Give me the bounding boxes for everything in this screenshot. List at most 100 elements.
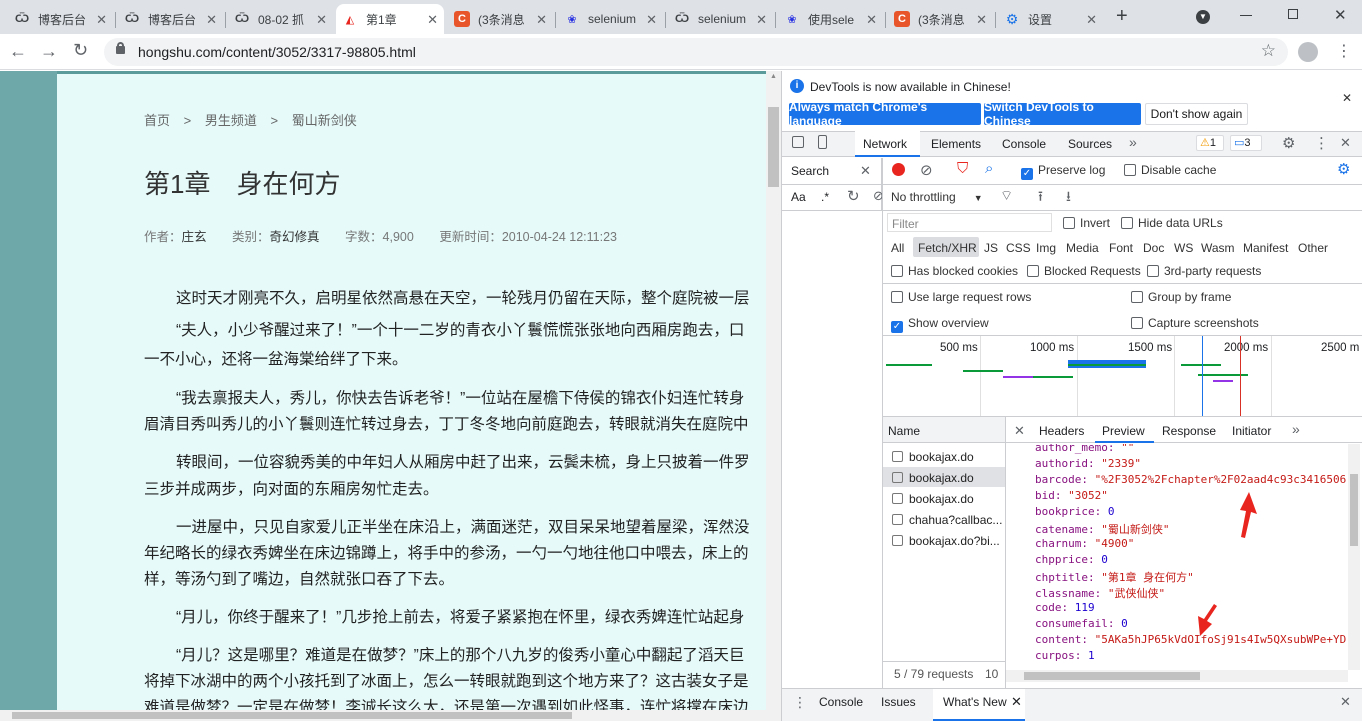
close-drawer-icon[interactable]: ✕ [1340, 694, 1351, 710]
request-row[interactable]: bookajax.do [909, 450, 974, 464]
page-horizontal-scrollbar[interactable] [0, 710, 766, 721]
more-options-icon[interactable]: ⋮ [1314, 134, 1329, 152]
profile-avatar-icon[interactable] [1298, 42, 1318, 62]
browser-tab-7[interactable]: Ѿselenium ✕ [668, 4, 773, 34]
browser-tab-active[interactable]: ◭ 第1章 ✕ [336, 4, 444, 34]
page-vertical-scrollbar[interactable]: ▲ [766, 71, 781, 721]
drawer-tab-issues[interactable]: Issues [881, 695, 916, 709]
browser-tab-2[interactable]: Ѿ 博客后台 ✕ [118, 4, 223, 34]
invert-checkbox[interactable]: Invert [1063, 216, 1110, 230]
tab-sources[interactable]: Sources [1068, 137, 1112, 151]
browser-tab-3[interactable]: Ѿ 08-02 抓 ✕ [228, 4, 333, 34]
type-doc[interactable]: Doc [1143, 241, 1164, 255]
request-row[interactable]: bookajax.do [909, 492, 974, 506]
settings-gear-icon[interactable]: ⚙ [1282, 134, 1295, 152]
inspect-element-icon[interactable] [792, 136, 804, 148]
scroll-thumb[interactable] [1350, 474, 1358, 546]
preview-vscrollbar[interactable] [1348, 444, 1360, 670]
new-tab-icon[interactable]: + [1116, 5, 1128, 28]
network-conditions-icon[interactable]: ⌔ [1000, 187, 1013, 205]
blocked-cookies-checkbox[interactable]: Has blocked cookies [891, 264, 1018, 278]
checkbox-icon[interactable] [1131, 317, 1143, 329]
browser-tab-1[interactable]: Ѿ 博客后台 ✕ [8, 4, 113, 34]
more-tabs-icon[interactable]: » [1129, 134, 1137, 150]
close-icon[interactable]: ✕ [1086, 12, 1097, 28]
messages-badge[interactable]: ▭3 [1230, 135, 1262, 151]
tab-headers[interactable]: Headers [1039, 424, 1084, 438]
match-case-button[interactable]: Aa [791, 190, 806, 204]
show-overview-checkbox[interactable]: ✓ Show overview [891, 316, 989, 333]
request-row[interactable]: bookajax.do?bi... [909, 534, 1000, 548]
third-party-checkbox[interactable]: 3rd-party requests [1147, 264, 1261, 278]
tab-preview[interactable]: Preview [1102, 424, 1145, 438]
more-detail-tabs-icon[interactable]: » [1292, 421, 1300, 437]
close-detail-icon[interactable]: ✕ [1014, 423, 1025, 439]
restore-icon[interactable] [1288, 9, 1298, 19]
preview-hscrollbar[interactable] [1006, 670, 1348, 682]
export-har-icon[interactable]: ⭳ [1066, 186, 1071, 210]
close-icon[interactable]: ✕ [206, 12, 217, 28]
dont-show-button[interactable]: Don't show again [1145, 103, 1248, 125]
request-row-selected[interactable]: bookajax.do [909, 471, 974, 485]
browser-tab-6[interactable]: ❀ selenium ✕ [558, 4, 663, 34]
checkbox-checked-icon[interactable]: ✓ [891, 321, 903, 333]
type-media[interactable]: Media [1066, 241, 1099, 255]
checkbox-checked-icon[interactable]: ✓ [1021, 168, 1033, 180]
scroll-thumb[interactable] [1024, 672, 1200, 680]
warnings-badge[interactable]: ⚠1 [1196, 135, 1224, 151]
close-icon[interactable]: ✕ [316, 12, 327, 28]
checkbox-icon[interactable] [1063, 217, 1075, 229]
import-har-icon[interactable]: ⭱ [1038, 186, 1043, 210]
match-language-button[interactable]: Always match Chrome's language [789, 100, 981, 128]
scroll-thumb[interactable] [768, 107, 779, 187]
close-icon[interactable]: ✕ [866, 12, 877, 28]
type-font[interactable]: Font [1109, 241, 1133, 255]
tab-elements[interactable]: Elements [931, 137, 981, 151]
disable-cache-checkbox[interactable]: Disable cache [1124, 163, 1216, 177]
tab-response[interactable]: Response [1162, 424, 1216, 438]
author-link[interactable]: 庄玄 [182, 230, 207, 244]
reload-icon[interactable]: ↻ [73, 40, 88, 61]
drawer-tab-whats-new[interactable]: What's New [943, 695, 1007, 709]
type-all[interactable]: All [891, 241, 904, 255]
scroll-up-icon[interactable]: ▲ [770, 73, 777, 80]
type-css[interactable]: CSS [1006, 241, 1031, 255]
close-drawer-tab-icon[interactable]: ✕ [1011, 694, 1022, 710]
throttling-select[interactable]: No throttling ▼ [891, 190, 983, 204]
search-icon[interactable]: ⌕ [985, 160, 993, 177]
forward-icon[interactable]: → [40, 41, 58, 62]
checkbox-icon[interactable] [1121, 217, 1133, 229]
minimize-icon[interactable] [1240, 15, 1252, 16]
breadcrumb-channel[interactable]: 男生频道 [205, 113, 257, 128]
checkbox-icon[interactable] [1027, 265, 1039, 277]
type-img[interactable]: Img [1036, 241, 1056, 255]
device-toolbar-icon[interactable] [818, 135, 827, 149]
request-row[interactable]: chahua?callbac... [909, 513, 1002, 527]
banner-close-icon[interactable]: ✕ [1342, 91, 1352, 105]
tab-network[interactable]: Network [863, 137, 907, 151]
blocked-requests-checkbox[interactable]: Blocked Requests [1027, 264, 1141, 278]
group-by-frame-checkbox[interactable]: Group by frame [1131, 290, 1231, 304]
category-link[interactable]: 奇幻修真 [270, 230, 320, 244]
tab-search-icon[interactable]: ▼ [1196, 10, 1210, 24]
close-devtools-icon[interactable]: ✕ [1340, 135, 1351, 151]
refresh-search-icon[interactable]: ↻ [847, 187, 860, 205]
breadcrumb-book[interactable]: 蜀山新剑侠 [292, 113, 357, 128]
type-js[interactable]: JS [984, 241, 998, 255]
record-icon[interactable] [892, 163, 905, 176]
hide-data-urls-checkbox[interactable]: Hide data URLs [1121, 216, 1223, 230]
switch-chinese-button[interactable]: Switch DevTools to Chinese [984, 100, 1141, 128]
close-icon[interactable]: ✕ [536, 12, 547, 28]
type-wasm[interactable]: Wasm [1201, 241, 1235, 255]
checkbox-icon[interactable] [891, 265, 903, 277]
drawer-tab-console[interactable]: Console [819, 695, 863, 709]
checkbox-icon[interactable] [891, 291, 903, 303]
type-manifest[interactable]: Manifest [1243, 241, 1288, 255]
clear-log-icon[interactable]: ⊘ [920, 161, 933, 179]
close-icon[interactable]: ✕ [756, 12, 767, 28]
checkbox-icon[interactable] [1124, 164, 1136, 176]
close-icon[interactable]: ✕ [427, 12, 438, 28]
filter-icon[interactable]: ⛉ [957, 160, 968, 177]
tab-console[interactable]: Console [1002, 137, 1046, 151]
network-overview[interactable]: 500 ms 1000 ms 1500 ms 2000 ms 2500 m [883, 336, 1362, 416]
